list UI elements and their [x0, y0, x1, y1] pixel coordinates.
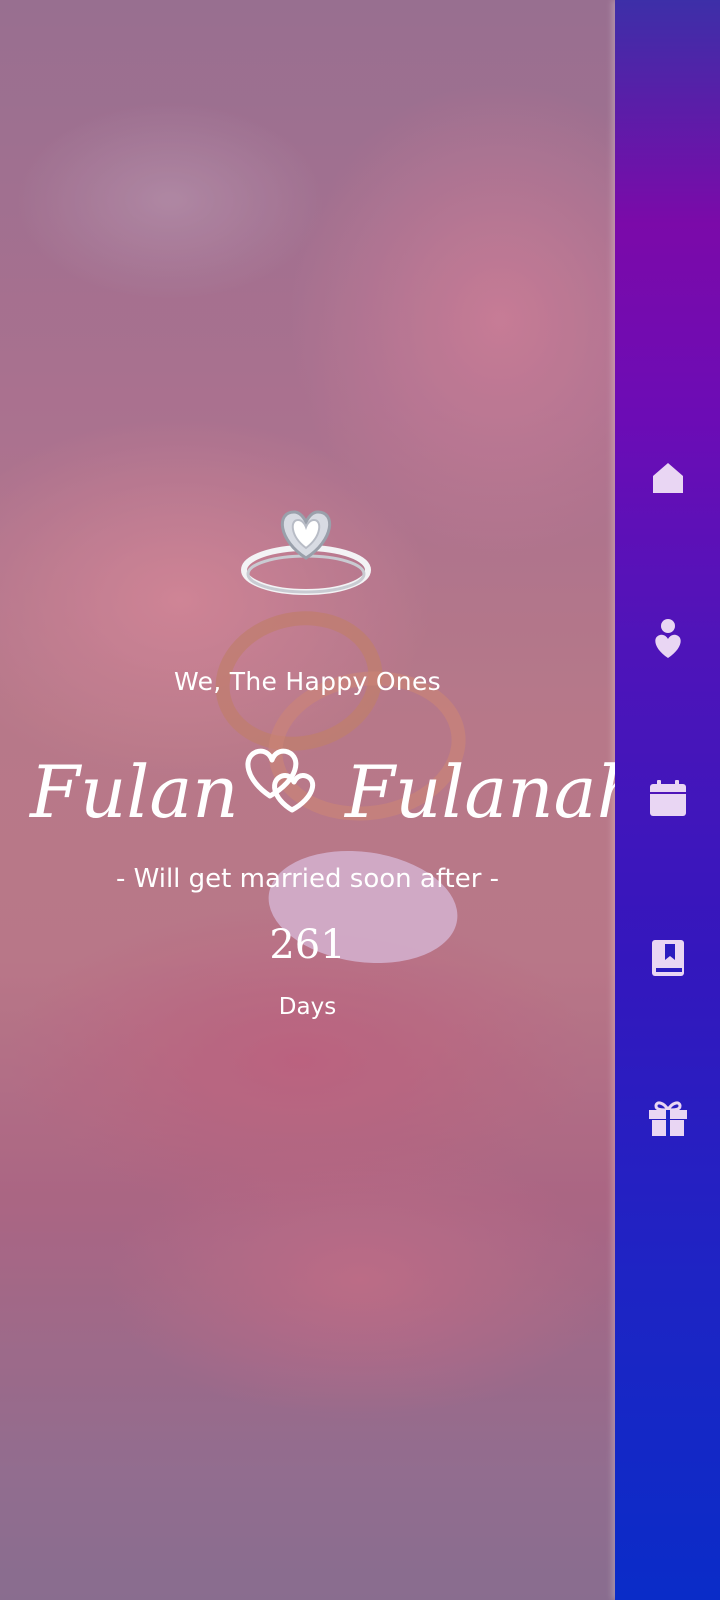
hero-tagline: - Will get married soon after - — [115, 864, 500, 894]
groom-name: Fulan — [30, 750, 239, 834]
calendar-icon — [649, 780, 686, 816]
nav-gift[interactable] — [615, 1078, 720, 1158]
hero-section: We, The Happy Ones Fulan Fulanah - Will … — [0, 0, 643, 1600]
home-icon — [652, 463, 683, 493]
couple-names: Fulan Fulanah — [0, 742, 643, 842]
couple-heart-icon — [654, 619, 681, 658]
nav-home[interactable] — [615, 438, 720, 518]
nav-calendar[interactable] — [615, 758, 720, 838]
double-heart-icon — [245, 748, 316, 813]
nav-story[interactable] — [615, 918, 720, 998]
book-icon — [651, 940, 684, 976]
hero-subtitle: We, The Happy Ones — [174, 667, 441, 696]
wedding-ring-icon — [241, 510, 371, 595]
gift-icon — [648, 1101, 687, 1136]
nav-couple[interactable] — [615, 598, 720, 678]
bride-name: Fulanah — [345, 750, 643, 834]
countdown-unit: Days — [278, 994, 337, 1020]
sidebar-nav — [615, 0, 720, 1600]
countdown-value: 261 — [269, 922, 346, 968]
